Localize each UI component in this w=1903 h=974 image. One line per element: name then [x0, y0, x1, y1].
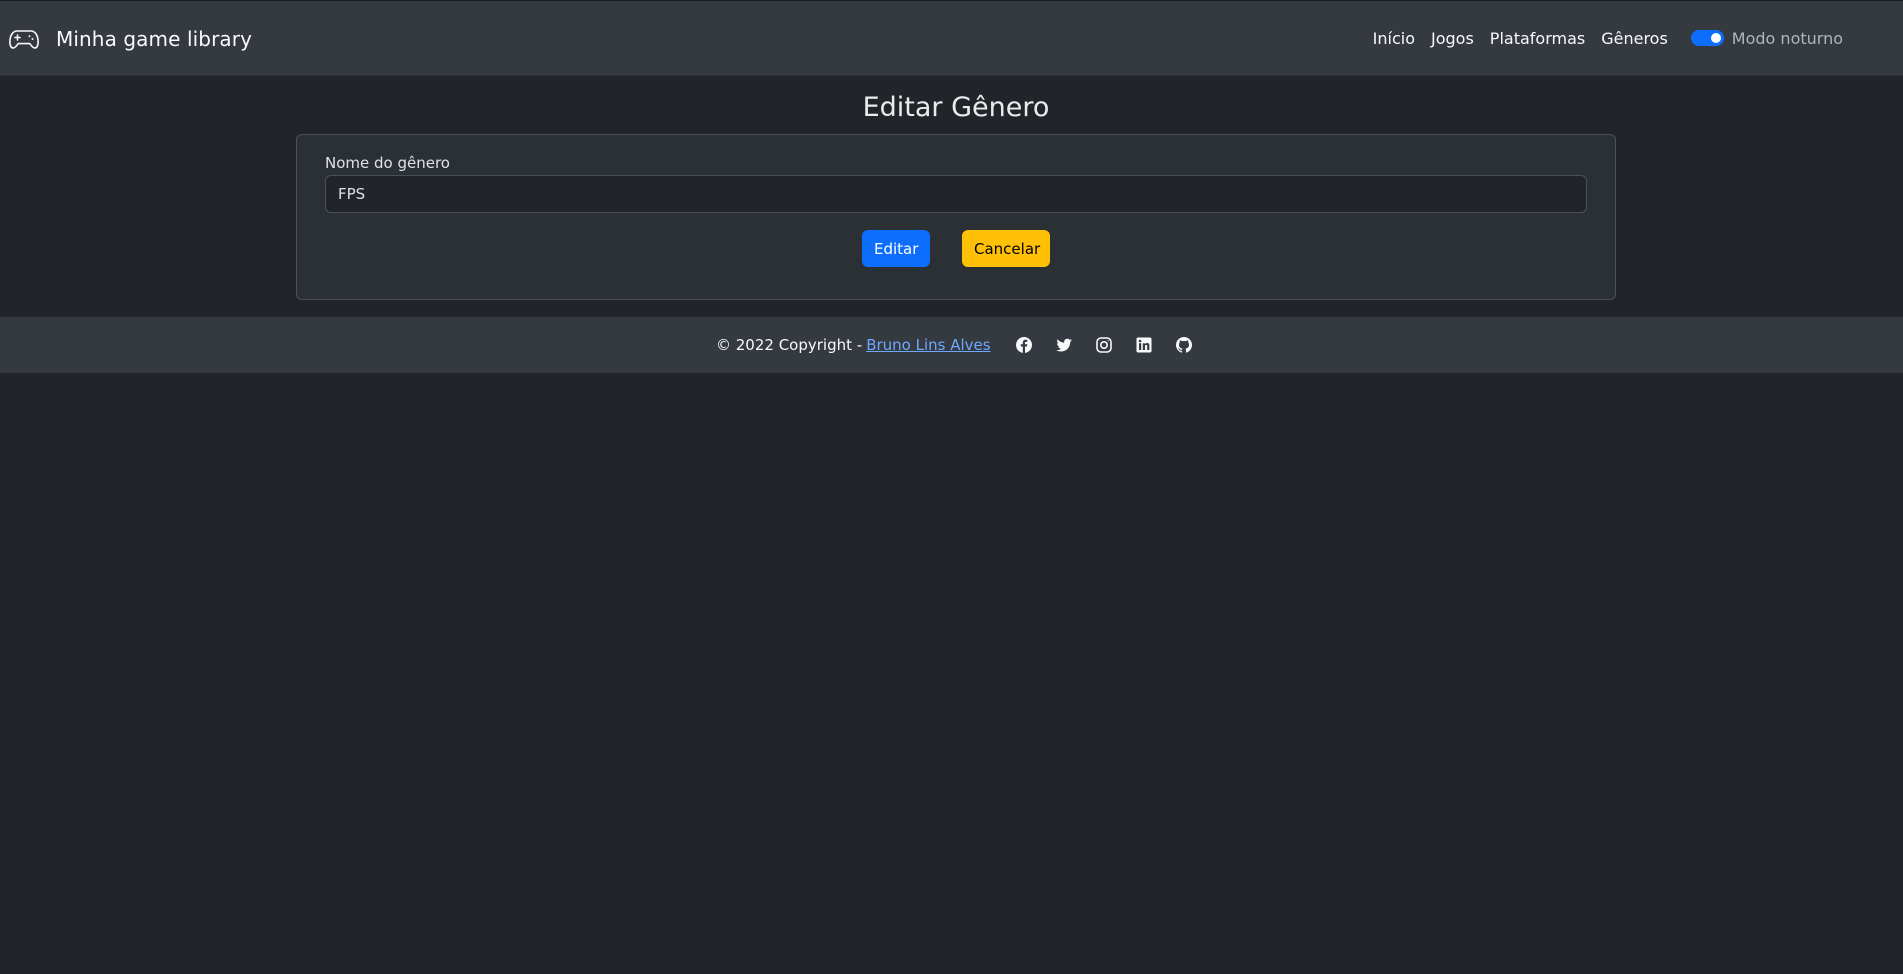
cancel-button[interactable]: Cancelar — [962, 230, 1050, 267]
copyright-text: © 2022 Copyright - — [716, 336, 863, 354]
nav-link-generos[interactable]: Gêneros — [1601, 29, 1668, 48]
brand-link[interactable]: Minha game library — [8, 23, 252, 55]
github-icon[interactable] — [1175, 336, 1193, 354]
genre-name-input[interactable] — [325, 175, 1587, 213]
dark-mode-label[interactable]: Modo noturno — [1732, 29, 1843, 48]
edit-genre-form: Nome do gênero Editar Cancelar — [296, 134, 1616, 300]
author-link[interactable]: Bruno Lins Alves — [866, 336, 990, 354]
gamepad-icon — [9, 30, 39, 49]
social-links — [1015, 336, 1193, 354]
dark-mode-switch[interactable] — [1690, 30, 1724, 46]
page-title: Editar Gênero — [862, 92, 1050, 123]
instagram-icon[interactable] — [1095, 336, 1113, 354]
nav-link-jogos[interactable]: Jogos — [1431, 29, 1474, 48]
switch-knob — [1710, 33, 1721, 43]
facebook-icon[interactable] — [1015, 336, 1033, 354]
brand-title: Minha game library — [56, 27, 253, 51]
edit-button[interactable]: Editar — [862, 230, 930, 267]
nav-links: Início Jogos Plataformas Gêneros Modo no… — [1373, 26, 1843, 50]
twitter-icon[interactable] — [1055, 336, 1073, 354]
linkedin-icon[interactable] — [1135, 336, 1153, 354]
footer: © 2022 Copyright - Bruno Lins Alves — [0, 317, 1903, 373]
genre-name-label: Nome do gênero — [325, 154, 450, 172]
nav-link-plataformas[interactable]: Plataformas — [1490, 29, 1585, 48]
footer-content: © 2022 Copyright - Bruno Lins Alves — [716, 333, 1193, 357]
nav-link-inicio[interactable]: Início — [1373, 29, 1415, 48]
dark-mode-toggle: Modo noturno — [1690, 29, 1843, 48]
navbar: Minha game library Início Jogos Platafor… — [0, 1, 1903, 76]
